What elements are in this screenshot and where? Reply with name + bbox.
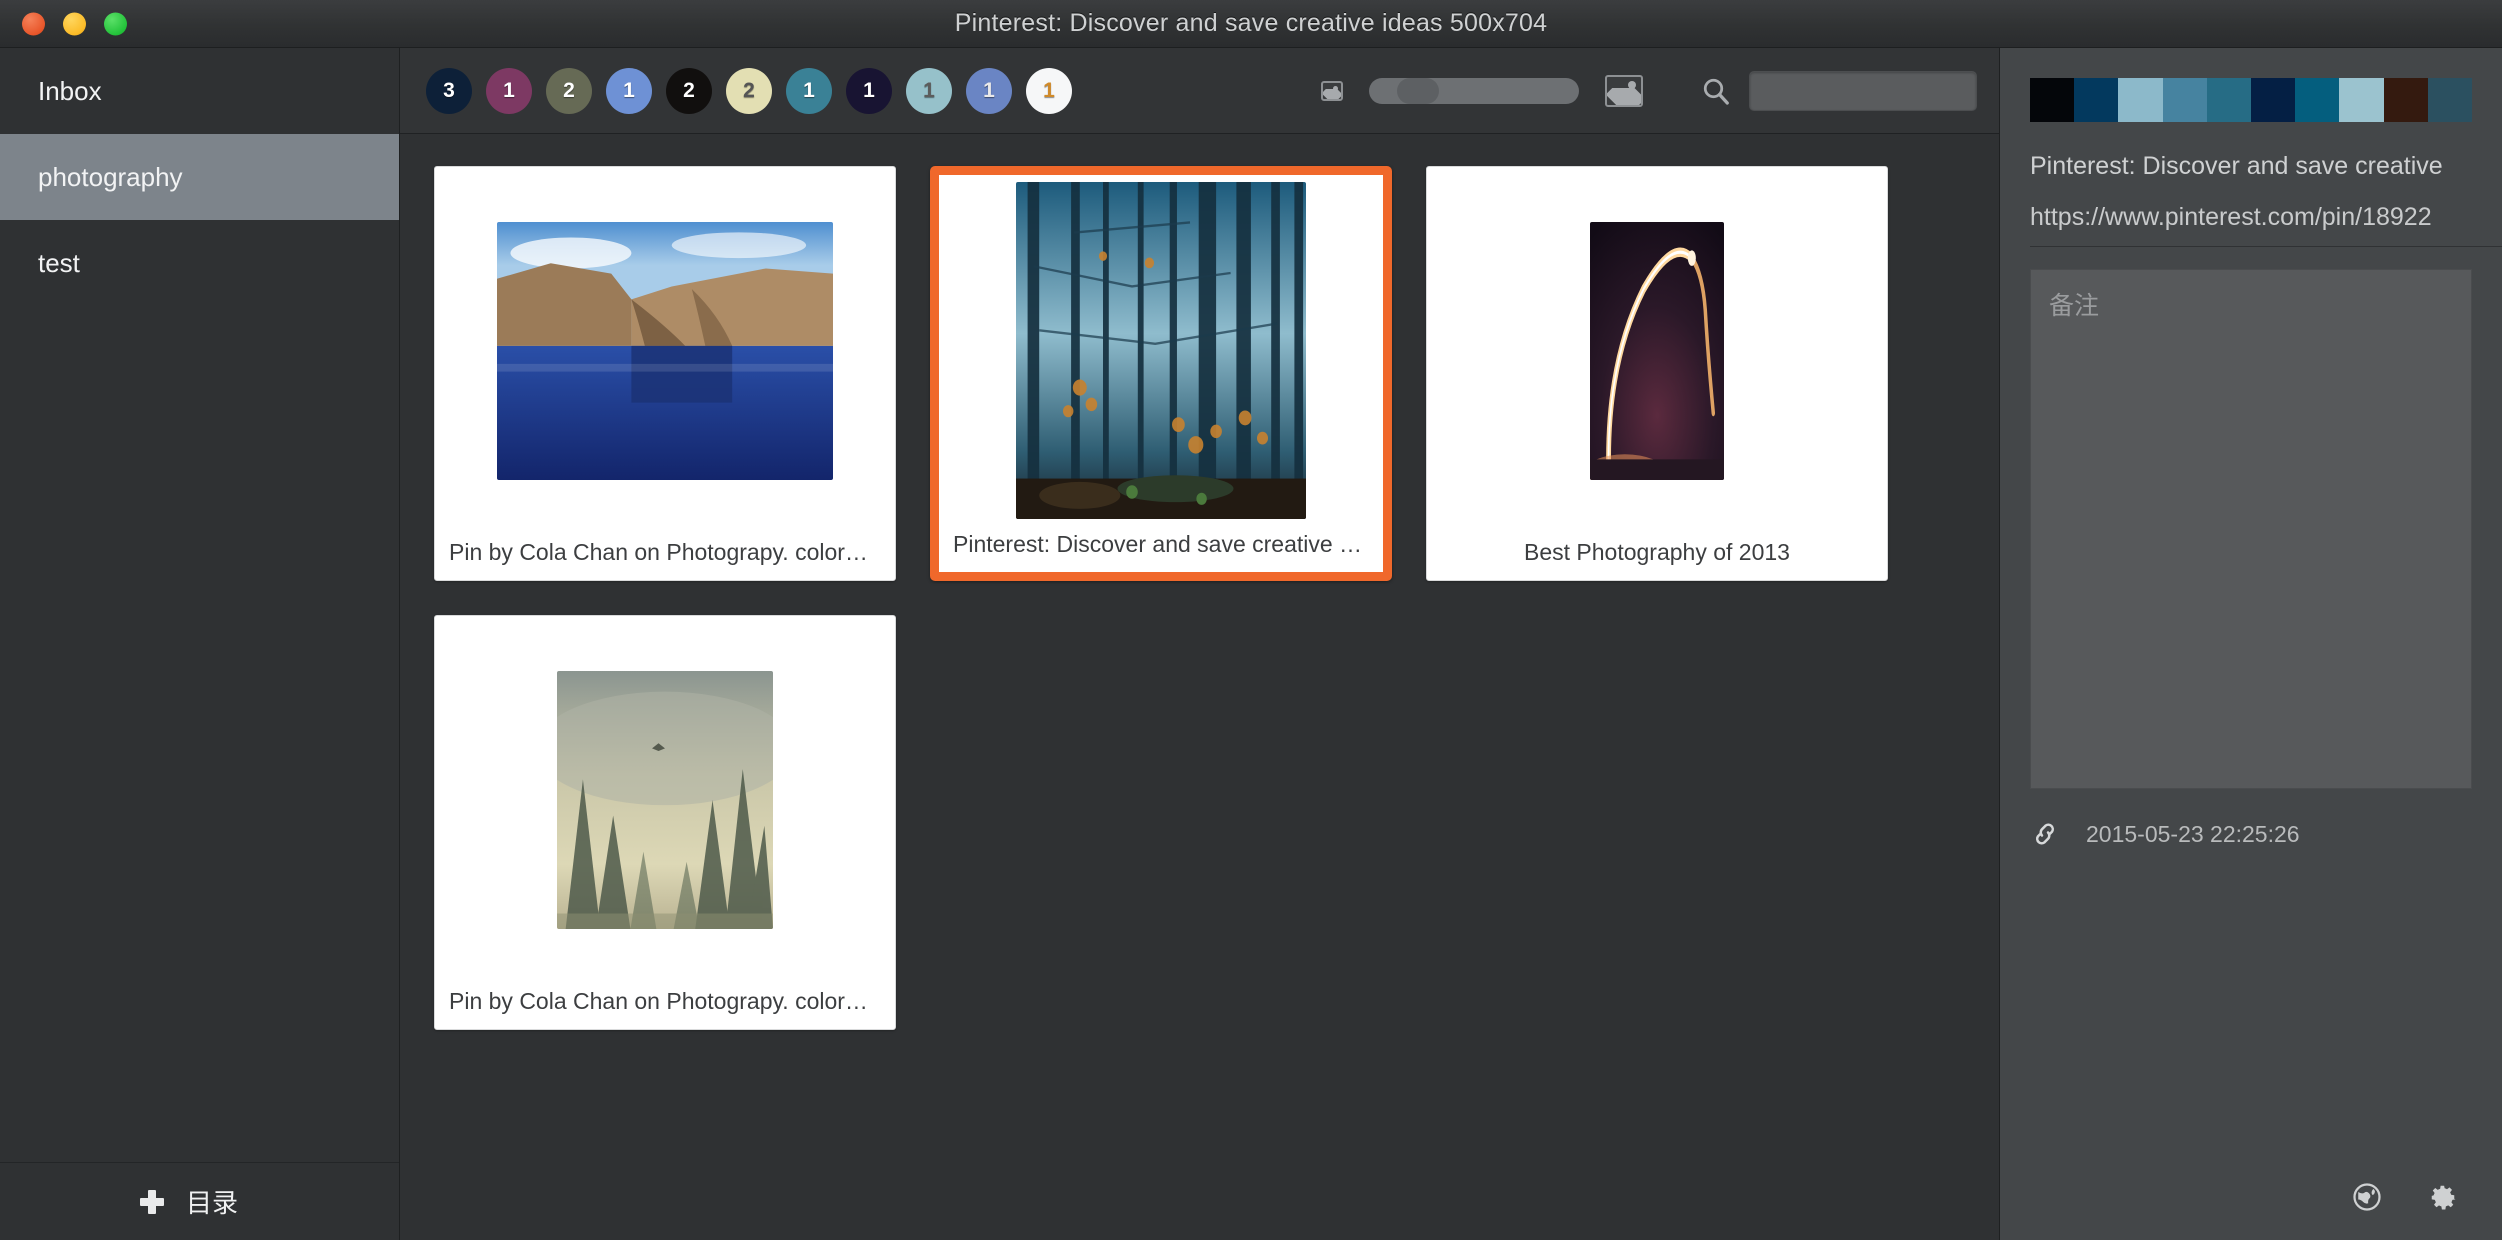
sidebar-item-label: Inbox xyxy=(38,75,102,106)
main-panel: 3 1 2 1 2 2 1 1 1 1 1 Pin by Cola Chan on Photogra… xyxy=(400,48,2000,1240)
sidebar: Inbox photography test 目录 xyxy=(0,48,400,1240)
color-filter-dot[interactable]: 1 xyxy=(606,67,652,114)
plus-icon xyxy=(140,1189,164,1214)
color-filter-dot[interactable]: 1 xyxy=(786,67,832,114)
toolbar-right-controls xyxy=(1321,70,1977,111)
thumbnail-grid-scroll[interactable]: Pin by Cola Chan on Photograpy. color… P… xyxy=(400,134,1999,1240)
search-area xyxy=(1701,70,1977,111)
color-filter-count: 3 xyxy=(443,78,455,102)
color-filter-dot[interactable]: 1 xyxy=(966,67,1012,114)
color-filter-count: 1 xyxy=(983,78,995,102)
palette-swatch[interactable] xyxy=(2206,78,2252,122)
thumbnail-caption: Pinterest: Discover and save creative … xyxy=(953,530,1363,557)
sidebar-item-inbox[interactable]: Inbox xyxy=(0,48,399,134)
inspector-timestamp: 2015-05-23 22:25:26 xyxy=(2086,820,2300,847)
palette-swatch[interactable] xyxy=(2118,78,2163,122)
color-filter-dot[interactable]: 2 xyxy=(546,67,592,114)
traffic-light-controls xyxy=(22,12,127,35)
color-filter-dot[interactable]: 2 xyxy=(726,67,772,114)
sidebar-footer: 目录 xyxy=(0,1162,399,1240)
palette-swatch[interactable] xyxy=(2251,78,2296,122)
sidebar-item-list: Inbox photography test xyxy=(0,48,399,1162)
close-button[interactable] xyxy=(22,12,45,35)
palette-swatch[interactable] xyxy=(2383,78,2428,122)
thumbnail-caption: Best Photography of 2013 xyxy=(1524,538,1790,565)
color-filter-count: 2 xyxy=(563,78,575,102)
thumbnail-image xyxy=(557,670,773,929)
thumbnail-image xyxy=(497,221,833,480)
add-folder-label[interactable]: 目录 xyxy=(186,1183,238,1220)
window-body: Inbox photography test 目录 3 1 2 1 2 2 1 1 1 1 1 Pi… xyxy=(0,48,2502,1240)
palette-swatch[interactable] xyxy=(2295,78,2340,122)
gear-icon[interactable] xyxy=(2428,1182,2458,1212)
color-filter-count: 1 xyxy=(803,78,815,102)
color-filter-dot[interactable]: 1 xyxy=(486,67,532,114)
inspector-footer xyxy=(2000,1154,2502,1240)
search-icon[interactable] xyxy=(1701,76,1731,106)
color-filter-count: 2 xyxy=(683,78,695,102)
color-filter-count: 1 xyxy=(923,78,935,102)
window-title: Pinterest: Discover and save creative id… xyxy=(954,9,1548,37)
small-thumbnail-mountain xyxy=(1323,89,1341,99)
color-filter-count: 1 xyxy=(1043,78,1055,102)
inspector-panel: Pinterest: Discover and save creative ht… xyxy=(2000,48,2502,1240)
color-filter-dot[interactable]: 1 xyxy=(906,67,952,114)
color-palette xyxy=(2030,78,2472,122)
sidebar-item-test[interactable]: test xyxy=(0,220,399,306)
inspector-title: Pinterest: Discover and save creative xyxy=(2030,152,2443,180)
palette-swatch[interactable] xyxy=(2339,78,2384,122)
minimize-button[interactable] xyxy=(63,12,86,35)
thumbnail-caption: Pin by Cola Chan on Photograpy. color… xyxy=(449,538,868,565)
globe-icon[interactable] xyxy=(2352,1182,2382,1212)
thumbnail-card[interactable]: Pin by Cola Chan on Photograpy. color… xyxy=(434,615,896,1030)
thumbnail-container xyxy=(1427,167,1887,524)
color-filter-dot[interactable]: 3 xyxy=(426,67,472,114)
sidebar-item-label: test xyxy=(38,247,80,278)
title-bar: Pinterest: Discover and save creative id… xyxy=(0,0,2502,48)
color-filter-bar: 3 1 2 1 2 2 1 1 1 1 1 xyxy=(426,67,1072,114)
zoom-button[interactable] xyxy=(104,12,127,35)
palette-swatch[interactable] xyxy=(2162,78,2207,122)
sidebar-item-photography[interactable]: photography xyxy=(0,134,399,220)
link-icon xyxy=(2035,823,2055,845)
color-filter-count: 1 xyxy=(623,78,635,102)
thumbnail-container xyxy=(435,167,895,524)
palette-swatch[interactable] xyxy=(2427,78,2472,122)
color-filter-count: 1 xyxy=(863,78,875,102)
thumbnail-grid: Pin by Cola Chan on Photograpy. color… P… xyxy=(434,166,1999,1030)
small-thumbnail-icon[interactable] xyxy=(1321,80,1343,101)
palette-swatch[interactable] xyxy=(2030,78,2075,122)
large-thumbnail-icon[interactable] xyxy=(1605,74,1643,107)
color-filter-count: 2 xyxy=(743,78,755,102)
large-thumbnail-mountain xyxy=(1607,88,1641,105)
thumbnail-container xyxy=(435,616,895,973)
thumbnail-size-slider-knob[interactable] xyxy=(1397,77,1439,104)
thumbnail-card-selected[interactable]: Pinterest: Discover and save creative … xyxy=(930,166,1392,581)
search-input[interactable] xyxy=(1750,71,1976,110)
sidebar-item-label: photography xyxy=(38,161,183,192)
thumbnail-image xyxy=(1016,182,1306,519)
thumbnail-size-slider[interactable] xyxy=(1369,77,1579,104)
inspector-metadata: 2015-05-23 22:25:26 xyxy=(2030,819,2502,849)
palette-swatch[interactable] xyxy=(2074,78,2119,122)
color-filter-count: 1 xyxy=(503,78,515,102)
app-window: Pinterest: Discover and save creative id… xyxy=(0,0,2502,1240)
thumbnail-card[interactable]: Pin by Cola Chan on Photograpy. color… xyxy=(434,166,896,581)
color-filter-dot[interactable]: 1 xyxy=(1026,67,1072,114)
color-filter-dot[interactable]: 2 xyxy=(666,67,712,114)
search-field-wrapper[interactable] xyxy=(1749,70,1977,111)
thumbnail-caption: Pin by Cola Chan on Photograpy. color… xyxy=(449,987,868,1014)
thumbnail-card[interactable]: Best Photography of 2013 xyxy=(1426,166,1888,581)
thumbnail-container xyxy=(939,175,1383,519)
toolbar: 3 1 2 1 2 2 1 1 1 1 1 xyxy=(400,48,1999,134)
color-filter-dot[interactable]: 1 xyxy=(846,67,892,114)
inspector-url[interactable]: https://www.pinterest.com/pin/18922 xyxy=(2030,203,2502,247)
thumbnail-image xyxy=(1590,221,1724,480)
notes-field[interactable]: 备注 xyxy=(2030,269,2472,789)
